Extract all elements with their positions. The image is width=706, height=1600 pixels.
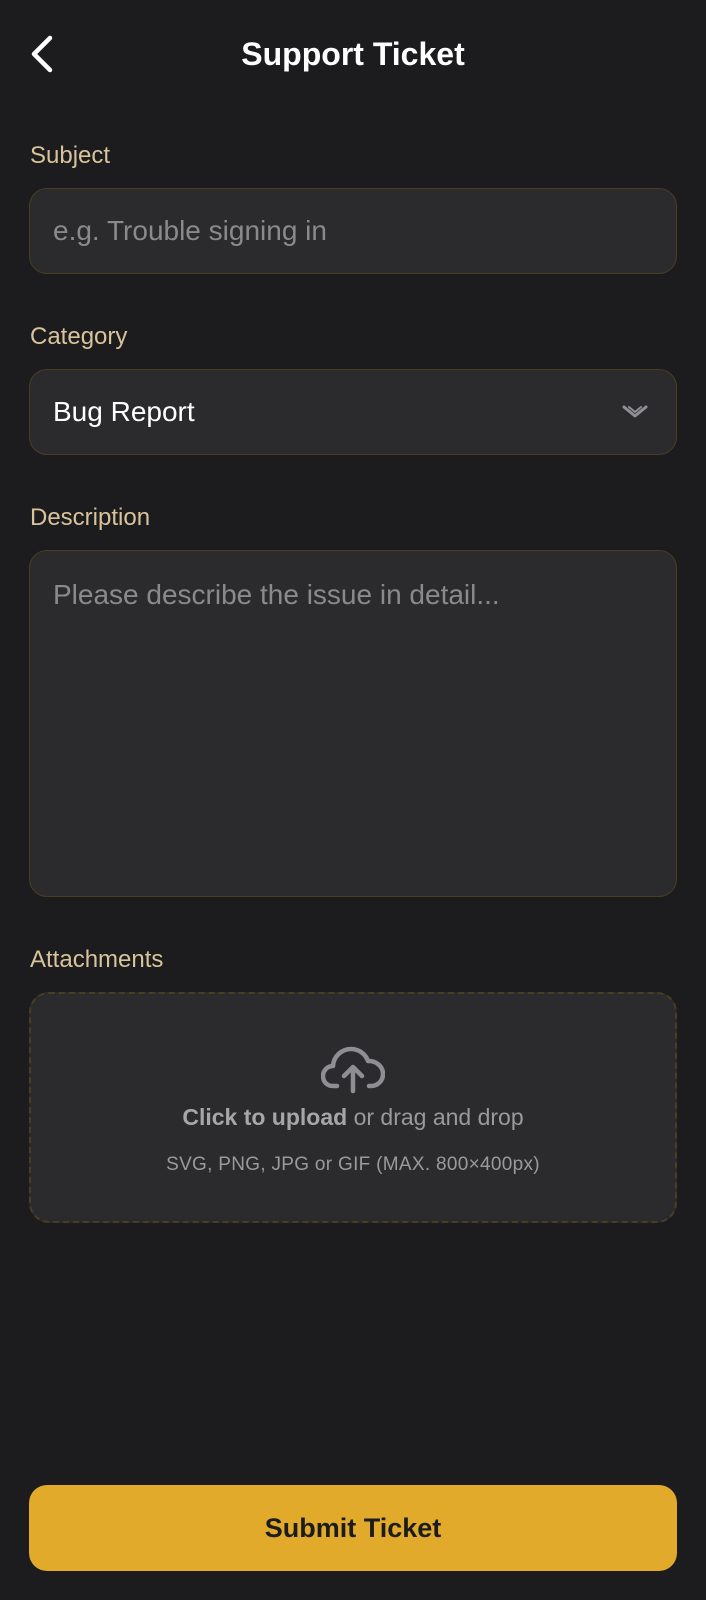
- upload-suffix: or drag and drop: [353, 1104, 524, 1130]
- category-select[interactable]: Bug Report: [29, 369, 677, 455]
- page-title: Support Ticket: [241, 36, 465, 72]
- category-label: Category: [30, 323, 128, 350]
- chevron-down-icon: [622, 405, 648, 418]
- attachments-label: Attachments: [30, 946, 164, 973]
- subject-input[interactable]: e.g. Trouble signing in: [29, 188, 677, 274]
- header: Support Ticket: [0, 0, 706, 108]
- description-placeholder: Please describe the issue in detail...: [53, 579, 500, 610]
- category-selected-value: Bug Report: [53, 396, 195, 427]
- support-ticket-screen: Support Ticket Subject e.g. Trouble sign…: [0, 0, 706, 1600]
- subject-placeholder: e.g. Trouble signing in: [53, 215, 327, 246]
- upload-hint: SVG, PNG, JPG or GIF (MAX. 800×400px): [166, 1154, 540, 1175]
- description-label: Description: [30, 504, 151, 531]
- cloud-upload-icon: [321, 1046, 385, 1094]
- subject-label: Subject: [30, 142, 111, 169]
- submit-button[interactable]: Submit Ticket: [29, 1485, 677, 1571]
- upload-instructions: Click to upload or drag and drop: [31, 1104, 675, 1131]
- upload-dropzone[interactable]: Click to upload or drag and drop SVG, PN…: [29, 992, 677, 1223]
- description-textarea[interactable]: Please describe the issue in detail...: [29, 550, 677, 897]
- upload-link[interactable]: Click to upload: [182, 1104, 347, 1130]
